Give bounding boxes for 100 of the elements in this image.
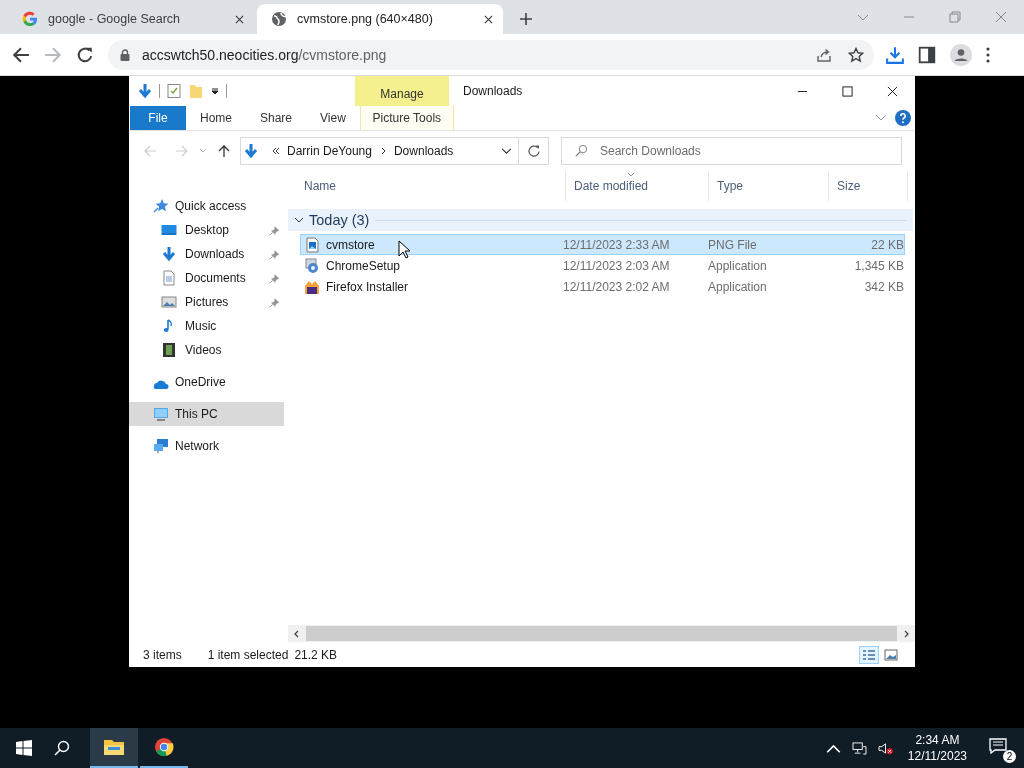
details-view-button[interactable] [859,646,879,664]
sort-caret-icon [627,172,635,177]
browser-tab[interactable]: cvmstore.png (640×480) [257,4,503,34]
browser-logo-icon [153,737,175,757]
table-cell-text: 12/11/2023 2:02 AM [563,279,671,294]
tab-title: google - Google Search [48,12,182,26]
address-bar[interactable]: accswtch50.neocities.org/cvmstore.png [108,39,874,70]
dropdown-icon[interactable] [210,86,220,96]
table-cell-text: 342 KB [863,279,904,294]
download-arrow-icon [243,143,259,159]
scroll-left-icon[interactable] [293,629,301,638]
file-name: cvmstore [326,237,375,252]
item-count: 3 items [143,648,182,662]
new-tab-icon[interactable] [519,12,533,26]
back-icon[interactable] [12,45,30,64]
search-field[interactable]: Search Downloads [561,137,902,165]
clock-date: 12/11/2023 [907,748,967,764]
clock[interactable]: 2:34 AM 12/11/2023 [907,732,967,764]
mouse-cursor-icon [398,240,410,259]
file-row[interactable]: cvmstore 12/11/2023 2:33 AM PNG File 22 KB [300,234,905,255]
download-arrow-icon [161,246,177,262]
nav-item[interactable]: Downloads [129,242,284,266]
column-header[interactable]: Name [296,171,566,201]
column-header[interactable]: Size [829,171,908,201]
scrollbar-thumb[interactable] [306,626,897,641]
close-icon[interactable] [484,14,493,24]
document-icon [161,270,177,286]
table-cell-text: Application [708,258,768,273]
pin-icon[interactable] [269,272,280,284]
file-tab[interactable]: File [130,106,186,130]
close-icon[interactable] [235,14,244,24]
nav-item[interactable]: Videos [129,338,284,362]
table-cell-text: 12/11/2023 2:03 AM [563,258,671,273]
collapse-chevron-icon[interactable] [294,215,304,225]
selection-status: 1 item selected [207,648,289,662]
share-icon[interactable] [816,46,832,63]
folder-icon [103,737,125,757]
nav-item[interactable]: Pictures [129,290,284,314]
table-cell-text: 1,345 KB [853,258,904,273]
ribbon-tab[interactable]: Share [246,106,307,130]
action-center-button[interactable]: 2 [989,737,1016,763]
file-name: ChromeSetup [326,258,401,273]
table-cell-text: 12/11/2023 2:33 AM [563,237,671,252]
file-name: Firefox Installer [326,279,409,294]
pin-icon[interactable] [269,224,280,236]
close-icon[interactable] [887,85,898,97]
nav-item[interactable]: Music [129,314,284,338]
reload-icon[interactable] [76,45,94,64]
table-cell-text: 22 KB [870,237,904,252]
muted-speaker-icon[interactable] [877,741,893,755]
overflow-chevron-icon[interactable] [272,147,280,155]
notification-badge: 2 [1003,749,1016,763]
group-header[interactable]: Today (3) [309,212,370,228]
file-explorer-taskbar-button[interactable] [90,728,138,768]
refresh-button[interactable] [519,137,549,165]
properties-icon[interactable] [166,83,182,99]
breadcrumb-item[interactable]: Darrin DeYoung [287,144,372,158]
installer-box-icon [304,278,320,295]
pin-icon[interactable] [269,248,280,260]
google-icon [22,11,38,27]
nav-item[interactable]: Network [129,434,284,458]
chevron-down-icon[interactable] [501,147,512,155]
nav-item[interactable]: This PC [129,402,284,426]
file-row[interactable]: ChromeSetup 12/11/2023 2:03 AM Application 1,345 KB [300,255,905,276]
download-icon[interactable] [886,45,904,64]
pin-icon[interactable] [269,296,280,308]
maximize-icon[interactable] [842,85,853,97]
window-title: Downloads [463,84,523,98]
help-icon[interactable] [895,110,911,126]
ribbon-tab[interactable]: Home [186,106,246,130]
clock-time: 2:34 AM [915,732,960,748]
nav-item[interactable]: OneDrive [129,370,284,394]
star-icon[interactable] [848,46,864,63]
nav-item[interactable]: Documents [129,266,284,290]
refresh-icon [526,144,541,158]
manage-tab-group[interactable]: Manage [355,76,449,106]
column-header[interactable]: Date modified [566,171,709,201]
ribbon-tab[interactable]: View [306,106,360,130]
globe-icon [271,11,287,27]
details-icon [862,649,876,661]
side-panel-icon[interactable] [918,45,936,64]
breadcrumb-item[interactable]: Downloads [393,144,454,158]
profile-icon[interactable] [950,43,972,66]
browser-tab[interactable]: google - Google Search [8,4,254,34]
file-row[interactable]: Firefox Installer 12/11/2023 2:02 AM Application 342 KB [300,276,905,297]
message-icon [989,737,1007,754]
column-header[interactable]: Type [709,171,829,201]
nav-item[interactable]: Quick access [129,194,284,218]
download-arrow-icon[interactable] [137,83,153,99]
menu-icon[interactable] [986,46,990,63]
search-icon[interactable] [54,740,70,756]
picture-icon [884,649,898,661]
scroll-right-icon[interactable] [902,629,910,638]
network-icon[interactable] [851,741,867,755]
large-icons-view-button[interactable] [881,646,901,664]
up-icon[interactable] [217,144,231,158]
address-field[interactable]: Darrin DeYoung Downloads [240,137,519,165]
star-icon [153,198,169,214]
nav-item[interactable]: Desktop [129,218,284,242]
windows-start-icon[interactable] [16,740,32,756]
